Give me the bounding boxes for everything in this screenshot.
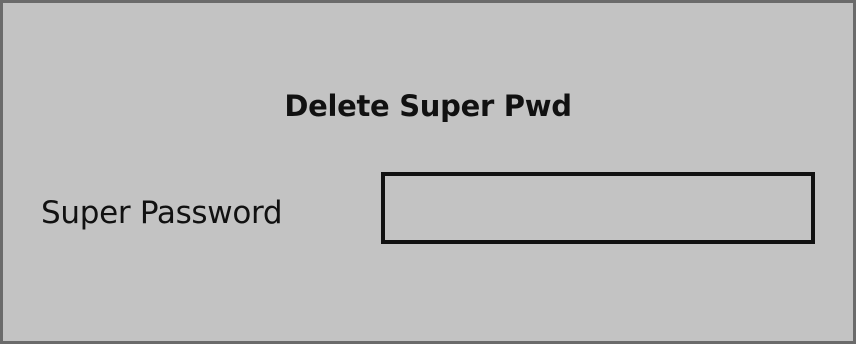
super-password-label: Super Password (41, 195, 283, 231)
delete-super-password-panel: Delete Super Pwd Super Password (0, 0, 856, 344)
dialog-title: Delete Super Pwd (284, 89, 572, 123)
super-password-input[interactable] (381, 172, 815, 244)
